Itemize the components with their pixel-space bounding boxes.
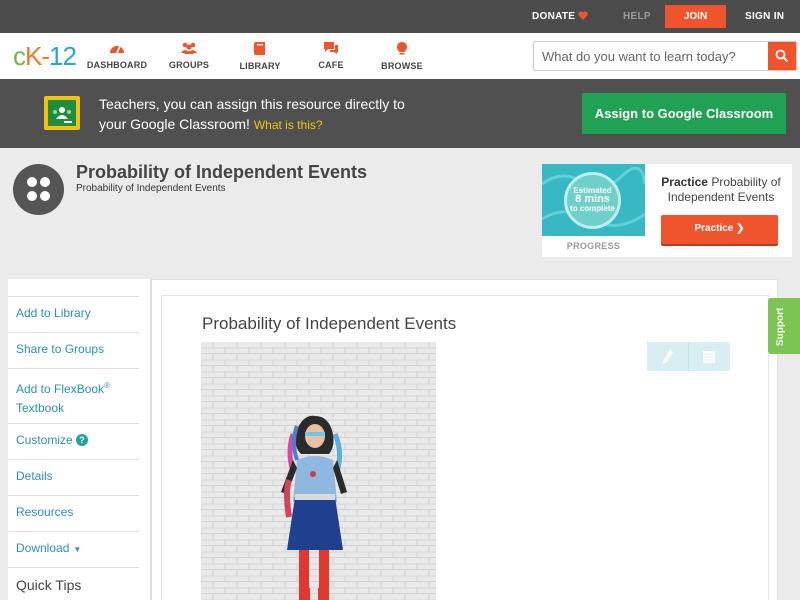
practice-title: Practice Probability of Independent Even…	[661, 175, 781, 204]
notes-icon[interactable]	[702, 350, 716, 364]
sidebar-resources[interactable]: Resources	[16, 503, 138, 522]
divider	[8, 459, 139, 460]
sidebar-add-to-flexbook[interactable]: Add to FlexBook® Textbook	[16, 376, 138, 418]
heart-icon	[578, 11, 588, 20]
practice-progress-image: Estimated 8 mins to complete	[542, 164, 645, 236]
tools-divider	[688, 342, 689, 371]
groups-icon	[181, 42, 197, 54]
sidebar-divider	[150, 279, 152, 600]
google-classroom-banner: Teachers, you can assign this resource d…	[0, 79, 800, 148]
divider	[8, 531, 139, 532]
divider	[8, 296, 139, 297]
divider	[8, 567, 139, 568]
estimated-time-badge: Estimated 8 mins to complete	[564, 172, 621, 229]
donate-link[interactable]: DONATE	[532, 11, 588, 22]
search-icon	[775, 49, 789, 63]
library-icon	[254, 42, 265, 55]
divider	[8, 332, 139, 333]
article-tools	[647, 342, 730, 371]
chevron-right-icon: ❯	[736, 223, 745, 234]
quick-tips-heading: Quick Tips	[16, 577, 82, 593]
sidebar-customize[interactable]: Customize ?	[16, 431, 138, 450]
join-button[interactable]: JOIN	[665, 5, 726, 28]
divider	[8, 368, 139, 369]
resource-type-icon	[13, 164, 64, 215]
search-box	[533, 41, 797, 71]
sidebar-add-to-library[interactable]: Add to Library	[16, 304, 138, 323]
nav-dashboard[interactable]: DASHBOARD	[82, 41, 152, 70]
divider	[8, 495, 139, 496]
nav-library[interactable]: LIBRARY	[225, 41, 295, 71]
pencil-icon[interactable]	[661, 349, 675, 365]
sidebar-details[interactable]: Details	[16, 467, 138, 486]
sign-in-link[interactable]: SIGN IN	[745, 11, 784, 22]
main-nav: cK-12 DASHBOARD GROUPS LIBRARY CAFE BROW…	[0, 33, 800, 79]
top-bar: DONATE HELP JOIN SIGN IN	[0, 0, 800, 33]
sidebar-share-to-groups[interactable]: Share to Groups	[16, 340, 138, 359]
what-is-this-link[interactable]: What is this?	[254, 118, 323, 132]
caret-down-icon: ▼	[73, 545, 82, 554]
help-link[interactable]: HELP	[623, 11, 651, 22]
ck12-logo[interactable]: cK-12	[13, 41, 77, 72]
article-title: Probability of Independent Events	[202, 314, 457, 333]
assign-google-classroom-button[interactable]: Assign to Google Classroom	[582, 93, 786, 134]
help-icon: ?	[76, 434, 89, 446]
cafe-icon	[324, 42, 338, 54]
search-input[interactable]	[534, 42, 770, 70]
practice-button[interactable]: Practice ❯	[661, 215, 778, 244]
nav-cafe[interactable]: CAFE	[296, 41, 366, 70]
nav-groups[interactable]: GROUPS	[154, 41, 224, 70]
practice-card: Estimated 8 mins to complete PROGRESS Pr…	[542, 164, 792, 257]
article-photo	[201, 342, 436, 600]
sidebar-download[interactable]: Download ▼	[16, 539, 138, 559]
dashboard-icon	[110, 45, 124, 54]
page-subtitle: Probability of Independent Events	[76, 183, 226, 194]
progress-label: PROGRESS	[566, 241, 621, 251]
search-button[interactable]	[768, 42, 796, 70]
page-title: Probability of Independent Events	[76, 162, 368, 182]
divider	[8, 423, 139, 424]
google-classroom-icon	[44, 96, 80, 130]
support-tab[interactable]: Support	[768, 298, 800, 354]
browse-icon	[397, 42, 407, 55]
banner-message: Teachers, you can assign this resource d…	[99, 96, 405, 132]
nav-browse[interactable]: BROWSE	[367, 41, 437, 71]
